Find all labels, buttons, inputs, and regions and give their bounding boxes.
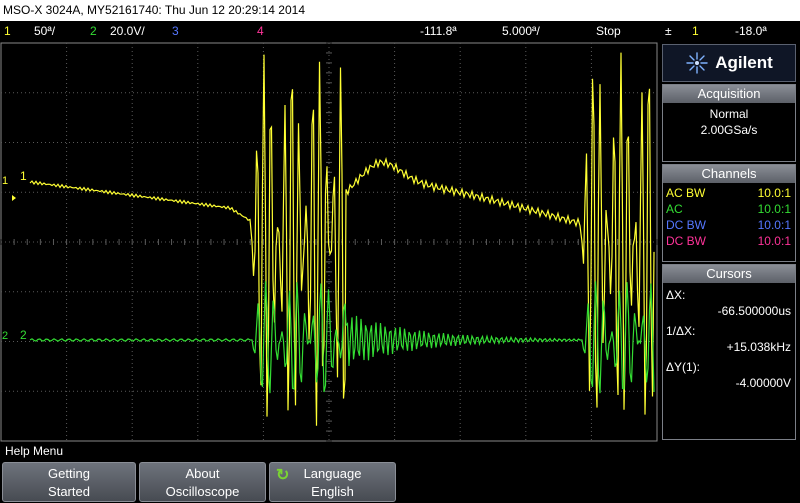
getting-started-softkey[interactable]: Getting Started <box>2 462 136 502</box>
ch2-ground-marker[interactable]: 2 <box>2 330 8 342</box>
channel-probe: 10.0:1 <box>757 202 791 216</box>
channel-probe: 10.0:1 <box>757 234 791 248</box>
acquisition-mode: Normal <box>709 107 749 121</box>
ch1-marker-label: 1 <box>20 169 27 183</box>
title-text: MSO-X 3024A, MY52161740: Thu Jun 12 20:2… <box>3 3 305 17</box>
delta-x-label: ΔX: <box>666 288 686 302</box>
cursors-panel: Cursors ΔX: -66.500000us 1/ΔX: +15.038kH… <box>662 264 796 440</box>
inverse-delta-x-value: +15.038kHz <box>726 340 791 354</box>
channel-row: DC BW 10.0:1 <box>663 217 795 233</box>
softkey-line2: Oscilloscope <box>165 484 240 499</box>
trigger-level[interactable]: -18.0ª <box>735 21 767 42</box>
ch1-number[interactable]: 1 <box>4 21 11 42</box>
ch1-scale[interactable]: 50ª/ <box>34 21 55 42</box>
channel-coupling: DC BW <box>666 234 706 248</box>
about-oscilloscope-softkey[interactable]: About Oscilloscope <box>139 462 266 502</box>
softkey-line1: Getting <box>48 466 90 481</box>
ch3-number[interactable]: 3 <box>172 21 179 42</box>
acquisition-header: Acquisition <box>663 85 795 103</box>
acquisition-panel: Acquisition Normal 2.00GSa/s <box>662 84 796 162</box>
ch2-number[interactable]: 2 <box>90 21 97 42</box>
softkey-line2: Started <box>48 484 90 499</box>
channel-probe: 10.0:1 <box>757 218 791 232</box>
channel-coupling: DC BW <box>666 218 706 232</box>
language-softkey[interactable]: ↻ Language English <box>269 462 396 502</box>
channel-row: DC BW 10.0:1 <box>663 233 795 249</box>
agilent-spark-icon <box>686 52 708 74</box>
delta-y-label: ΔY(1): <box>666 360 701 374</box>
softkey-line1: About <box>185 466 220 481</box>
delta-x-value: -66.500000us <box>717 304 791 318</box>
status-bar: 1 50ª/ 2 20.0V/ 3 4 -111.8ª 5.000ª/ Stop… <box>0 21 800 42</box>
ch1-waveform <box>29 52 655 426</box>
trigger-slope-icon: ± <box>665 24 672 38</box>
agilent-logo: Agilent <box>662 44 796 82</box>
inverse-delta-x-label: 1/ΔX: <box>666 324 696 338</box>
trigger-level-arrow-icon[interactable] <box>12 195 16 201</box>
run-state[interactable]: Stop <box>596 21 621 42</box>
ch2-waveform <box>29 281 655 394</box>
waveform-display[interactable]: 1 1 2 2 <box>0 42 658 442</box>
ch2-marker-label: 2 <box>20 328 27 342</box>
trigger-source[interactable]: 1 <box>692 21 699 42</box>
channel-coupling: AC BW <box>666 186 706 200</box>
ch1-ground-marker[interactable]: 1 <box>2 175 8 187</box>
title-bar: MSO-X 3024A, MY52161740: Thu Jun 12 20:2… <box>0 0 800 21</box>
agilent-logo-text: Agilent <box>715 53 773 72</box>
channel-row: AC BW 10.0:1 <box>663 185 795 201</box>
help-menu-label: Help Menu <box>5 444 64 458</box>
sample-rate: 2.00GSa/s <box>700 123 758 137</box>
channel-probe: 10.0:1 <box>757 186 791 200</box>
ch2-scale[interactable]: 20.0V/ <box>110 21 145 42</box>
softkey-line2: English <box>311 484 354 499</box>
timebase-scale[interactable]: 5.000ª/ <box>502 21 540 42</box>
rotate-knob-icon: ↻ <box>276 467 290 484</box>
channels-panel: Channels AC BW 10.0:1 AC 10.0:1 DC BW 10… <box>662 164 796 262</box>
cursors-header: Cursors <box>663 265 795 283</box>
channels-header: Channels <box>663 165 795 183</box>
channel-row: AC 10.0:1 <box>663 201 795 217</box>
ch4-number[interactable]: 4 <box>257 21 264 42</box>
delta-y-value: -4.00000V <box>735 376 791 390</box>
channel-coupling: AC <box>666 202 683 216</box>
side-panel: Agilent Acquisition Normal 2.00GSa/s Cha… <box>660 42 800 442</box>
horizontal-delay[interactable]: -111.8ª <box>420 21 457 42</box>
